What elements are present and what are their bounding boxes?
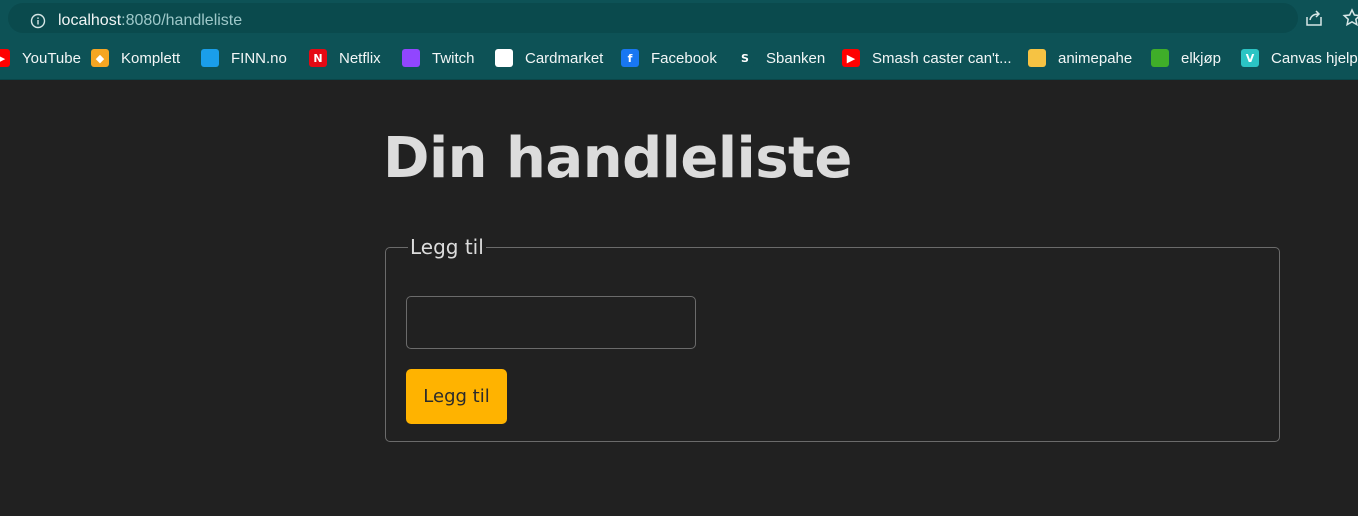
page-content: Din handleliste Legg til Legg til [0,81,1358,516]
bookmark-finn-no[interactable]: FINN.no [201,46,287,70]
canvas-icon: V [1241,49,1259,67]
add-item-fieldset: Legg til Legg til [385,235,1280,442]
bookmark-label: Facebook [651,49,717,67]
elkjop-icon [1151,49,1169,67]
star-icon[interactable] [1342,8,1358,28]
browser-address-bar: localhost:8080/handleliste [0,0,1358,36]
bookmark-label: Netflix [339,49,381,67]
bookmark-facebook[interactable]: f Facebook [621,46,717,70]
facebook-icon: f [621,49,639,67]
url-text[interactable]: localhost:8080/handleliste [58,11,242,31]
cardmarket-icon [495,49,513,67]
bookmark-komplett[interactable]: ◆ Komplett [91,46,180,70]
bookmark-label: animepahe [1058,49,1133,67]
bookmark-youtube[interactable]: ▶ YouTube [0,46,81,70]
url-path: :8080/handleliste [121,12,243,29]
bookmark-smash-caster-can-t[interactable]: ▶ Smash caster can't... [842,46,1012,70]
finn-icon [201,49,219,67]
bookmark-canvas-hjelpe[interactable]: V Canvas hjelpe [1241,46,1358,70]
bookmark-label: Twitch [432,49,475,67]
bookmark-label: FINN.no [231,49,287,67]
bookmark-label: Cardmarket [525,49,604,67]
info-icon[interactable] [30,13,46,29]
bookmark-cardmarket[interactable]: Cardmarket [495,46,603,70]
komplett-icon: ◆ [91,49,109,67]
add-item-legend: Legg til [410,235,484,259]
bookmark-sbanken[interactable]: S Sbanken [736,46,825,70]
animepahe-icon [1028,49,1046,67]
bookmark-label: Smash caster can't... [872,49,1012,67]
bookmark-label: Canvas hjelpe [1271,49,1358,67]
twitch-icon [402,49,420,67]
url-field[interactable]: localhost:8080/handleliste [8,3,1298,33]
page-title: Din handleliste [383,126,852,191]
youtube-icon: ▶ [0,49,10,67]
bookmark-netflix[interactable]: N Netflix [309,46,381,70]
bookmark-label: elkjøp [1181,49,1222,67]
share-icon[interactable] [1304,8,1324,28]
bookmark-animepahe[interactable]: animepahe [1028,46,1132,70]
bookmarks-bar: ▶ YouTube ◆ Komplett FINN.no N Netflix Twitch Ca… [0,36,1358,80]
bookmark-label: Sbanken [766,49,826,67]
sbanken-icon: S [736,49,754,67]
youtube-icon: ▶ [842,49,860,67]
bookmark-label: Komplett [121,49,181,67]
url-host: localhost [58,12,122,29]
bookmark-label: YouTube [22,49,81,67]
item-input[interactable] [406,296,696,349]
bookmark-elkj-p[interactable]: elkjøp [1151,46,1221,70]
add-item-button[interactable]: Legg til [406,369,507,424]
netflix-icon: N [309,49,327,67]
bookmark-twitch[interactable]: Twitch [402,46,475,70]
